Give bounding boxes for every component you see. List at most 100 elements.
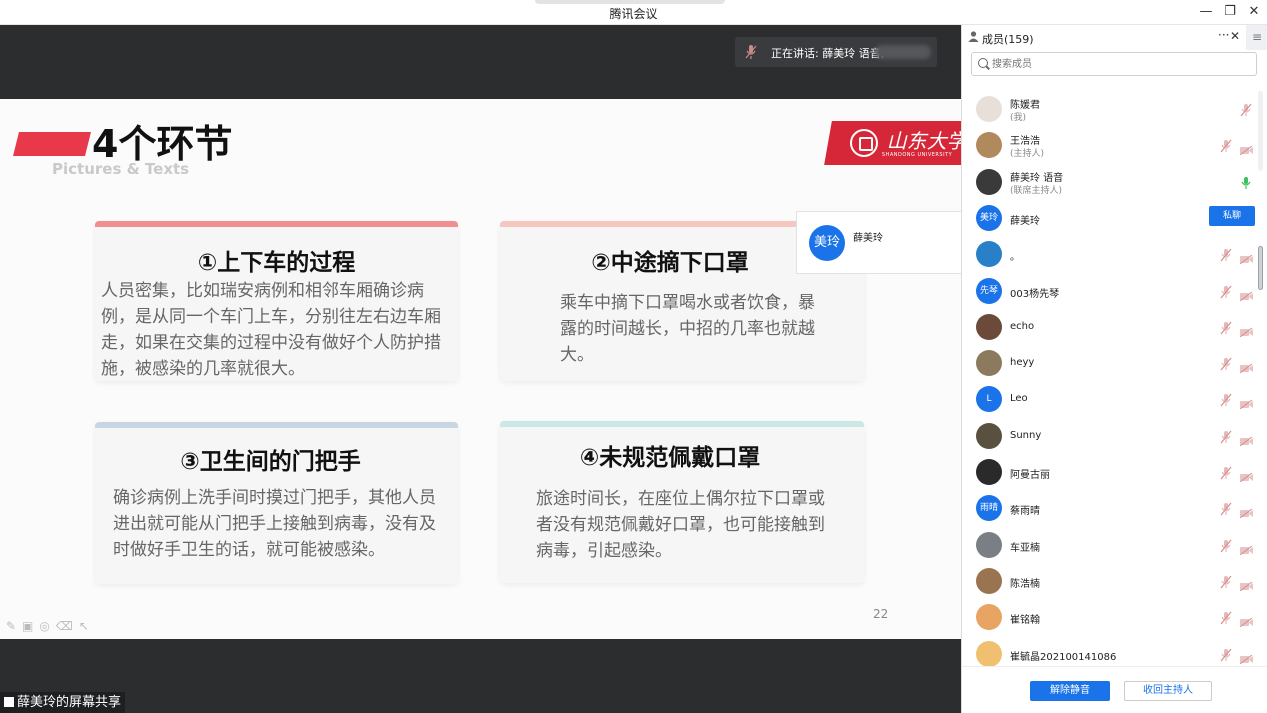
member-row[interactable]: 陈媛君 (我) xyxy=(962,91,1262,127)
member-name: 薛美玲 xyxy=(1010,215,1040,227)
member-role: (主持人) xyxy=(1010,149,1045,160)
avatar xyxy=(976,350,1002,377)
meeting-stage: 正在讲话: 薛美玲 语音; 4个环节 Pictures & Texts 山东大学… xyxy=(0,25,962,713)
member-row[interactable]: 美玲 薛美玲 私聊 xyxy=(962,200,1262,236)
member-name: 。 xyxy=(1010,252,1020,264)
camera-off-icon[interactable] xyxy=(1239,503,1253,519)
slide-page-number: 22 xyxy=(873,607,889,621)
member-name: 陈浩楠 xyxy=(1010,578,1040,590)
member-name: 薛美玲 语音 xyxy=(1010,172,1064,184)
member-row[interactable]: 阿曼古丽 xyxy=(962,454,1262,490)
camera-off-icon[interactable] xyxy=(1239,467,1253,483)
heading-accent-bar xyxy=(13,132,91,156)
member-name: 崔毓晶202100141086 xyxy=(1010,651,1117,663)
avatar xyxy=(976,422,1002,449)
search-input[interactable] xyxy=(992,56,1252,72)
camera-off-icon[interactable] xyxy=(1239,431,1253,447)
avatar xyxy=(976,640,1002,667)
mic-muted-icon[interactable] xyxy=(1220,610,1232,625)
annotation-toolbar[interactable]: ✎▣◎⌫↖ xyxy=(6,619,95,633)
members-header: 成员(159) ··· ✕ ≡ xyxy=(962,25,1267,50)
speaking-avatar-blur xyxy=(875,45,931,59)
mic-muted-icon[interactable] xyxy=(1220,465,1232,480)
member-name: 崔铭翰 xyxy=(1010,615,1040,627)
screen-share-text: 薛美玲的屏幕共享 xyxy=(17,695,122,710)
restore-icon[interactable]: ❐ xyxy=(1219,3,1241,21)
mic-muted-icon[interactable] xyxy=(1220,429,1232,444)
panel-footer: 解除静音 收回主持人 xyxy=(962,666,1267,713)
member-row[interactable]: 雨晴 蔡雨晴 xyxy=(962,490,1262,526)
private-chat-button[interactable]: 私聊 xyxy=(1209,205,1255,226)
mic-muted-icon[interactable] xyxy=(1220,284,1232,298)
member-row[interactable]: 先琴 003杨先琴 xyxy=(962,273,1262,309)
card-accent xyxy=(500,421,864,427)
close-panel-icon[interactable]: ✕ xyxy=(1230,29,1240,43)
search-icon xyxy=(978,58,988,68)
mic-muted-icon[interactable] xyxy=(1220,356,1232,371)
camera-off-icon[interactable] xyxy=(1239,322,1253,338)
member-name: heyy xyxy=(1010,357,1035,369)
mic-muted-icon[interactable] xyxy=(1220,538,1232,552)
slide-subheading: Pictures & Texts xyxy=(52,160,190,178)
members-panel: 成员(159) ··· ✕ ≡ 陈媛君(我)王浩浩(主持人)薛美玲 语音(联席主… xyxy=(961,25,1267,713)
slide-card-3: ③卫生间的门把手 确诊病例上洗手间时摸过门把手，其他人员进出就可能从门把手上接触… xyxy=(95,422,458,584)
avatar xyxy=(976,96,1002,122)
mic-active-icon[interactable] xyxy=(1240,175,1252,189)
close-window-icon[interactable]: ✕ xyxy=(1243,3,1265,21)
mic-muted-icon[interactable] xyxy=(1220,647,1232,661)
minimize-icon[interactable]: — xyxy=(1195,3,1217,21)
member-row[interactable]: 崔铭翰 xyxy=(962,599,1262,635)
university-seal-icon xyxy=(850,129,878,157)
card-title: ①上下车的过程 xyxy=(197,250,356,276)
mic-muted-icon[interactable] xyxy=(1220,247,1232,262)
university-logo-text: 山东大学 xyxy=(886,129,961,153)
mic-muted-icon[interactable] xyxy=(1220,501,1232,516)
camera-off-icon[interactable] xyxy=(1239,140,1253,156)
avatar: 先琴 xyxy=(976,277,1002,304)
member-row[interactable]: Sunny xyxy=(962,418,1262,454)
card-title: ④未规范佩戴口罩 xyxy=(579,445,761,471)
member-name: 003杨先琴 xyxy=(1010,288,1060,300)
mic-muted-icon[interactable] xyxy=(1220,320,1232,335)
camera-off-icon[interactable] xyxy=(1239,286,1253,301)
search-box[interactable] xyxy=(971,52,1257,76)
window-titlebar: 腾讯会议 — ❐ ✕ xyxy=(0,0,1267,25)
person-icon xyxy=(968,31,979,42)
panel-menu-icon[interactable]: ≡ xyxy=(1246,25,1267,50)
card-text: 乘车中摘下口罩喝水或者饮食，暴露的时间越长，中招的几率也就越大。 xyxy=(560,293,815,365)
member-row[interactable]: heyy xyxy=(962,345,1262,381)
camera-off-icon[interactable] xyxy=(1239,576,1253,592)
revoke-host-button[interactable]: 收回主持人 xyxy=(1124,681,1212,701)
camera-off-icon[interactable] xyxy=(1239,358,1253,374)
more-options-icon[interactable]: ··· xyxy=(1218,28,1229,42)
camera-off-icon[interactable] xyxy=(1239,394,1253,410)
member-name: 蔡雨晴 xyxy=(1010,506,1040,518)
member-row[interactable]: 王浩浩 (主持人) xyxy=(962,127,1262,163)
member-row[interactable]: echo xyxy=(962,309,1262,345)
university-logo-subtext: SHANDONG UNIVERSITY xyxy=(881,152,953,158)
member-row[interactable]: 车亚楠 xyxy=(962,527,1262,563)
camera-off-icon[interactable] xyxy=(1239,540,1253,555)
window-title: 腾讯会议 xyxy=(609,7,658,21)
unmute-all-button[interactable]: 解除静音 xyxy=(1030,681,1110,701)
member-row[interactable]: 薛美玲 语音 (联席主持人) xyxy=(962,164,1262,200)
member-row[interactable]: L Leo xyxy=(962,381,1262,417)
title-decoration xyxy=(535,0,725,4)
avatar xyxy=(976,241,1002,268)
member-row[interactable]: 。 xyxy=(962,236,1262,272)
card-accent xyxy=(95,221,458,227)
card-text: 人员密集，比如瑞安病例和相邻车厢确诊病例，是从同一个车门上车，分别往左右边车厢走… xyxy=(101,281,441,379)
avatar xyxy=(976,531,1002,558)
screen-share-icon xyxy=(4,697,14,707)
mic-muted-icon[interactable] xyxy=(1220,574,1232,589)
member-name: echo xyxy=(1010,320,1035,332)
slide-card-4: ④未规范佩戴口罩 旅途时间长，在座位上偶尔拉下口罩或者没有规范佩戴好口罩，也可能… xyxy=(500,421,864,583)
mic-muted-icon[interactable] xyxy=(1220,392,1232,407)
mic-muted-icon[interactable] xyxy=(1240,102,1252,117)
mic-muted-icon[interactable] xyxy=(1220,138,1232,153)
camera-off-icon[interactable] xyxy=(1239,249,1253,265)
camera-off-icon[interactable] xyxy=(1239,649,1253,664)
member-row[interactable]: 陈浩楠 xyxy=(962,563,1262,599)
camera-off-icon[interactable] xyxy=(1239,612,1253,628)
member-name: 陈媛君 xyxy=(1010,100,1040,111)
